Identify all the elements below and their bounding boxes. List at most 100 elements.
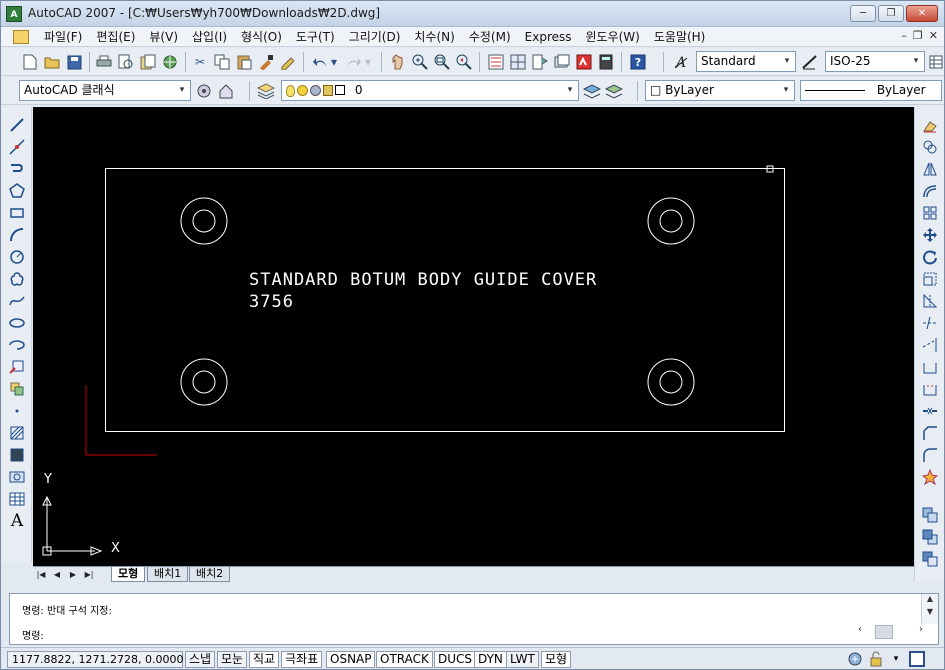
send-to-back-icon[interactable] — [920, 549, 940, 569]
communication-center-icon[interactable] — [846, 650, 864, 668]
close-button[interactable]: ✕ — [906, 5, 938, 22]
layer-viewport-freeze-icon[interactable] — [310, 84, 321, 96]
paste-icon[interactable] — [235, 53, 253, 71]
coordinates-readout[interactable]: 1177.8822, 1271.2728, 0.0000 — [7, 651, 183, 668]
ellipse-arc-icon[interactable] — [7, 335, 27, 355]
mirror-icon[interactable] — [920, 159, 940, 179]
zoom-previous-icon[interactable] — [455, 53, 473, 71]
multiline-text-icon[interactable]: A — [7, 511, 27, 531]
menu-view[interactable]: 뷰(V) — [142, 28, 185, 45]
next-tab-button[interactable]: ▶ — [66, 568, 80, 581]
construction-line-icon[interactable] — [7, 137, 27, 157]
3d-dwf-icon[interactable] — [161, 53, 179, 71]
layer-on-icon[interactable] — [286, 84, 295, 97]
menu-insert[interactable]: 삽입(I) — [185, 28, 234, 45]
plot-icon[interactable] — [95, 53, 113, 71]
rectangle-icon[interactable] — [7, 203, 27, 223]
publish-icon[interactable] — [139, 53, 157, 71]
layer-select[interactable]: 0 ▾ — [281, 80, 579, 101]
ortho-toggle[interactable]: 직교 — [249, 651, 280, 668]
otrack-toggle[interactable]: OTRACK — [376, 651, 433, 668]
scroll-right-icon[interactable]: › — [919, 624, 923, 640]
table-icon[interactable] — [7, 489, 27, 509]
scroll-left-icon[interactable]: ‹ — [858, 624, 862, 640]
menu-tools[interactable]: 도구(T) — [289, 28, 342, 45]
menu-format[interactable]: 형식(O) — [234, 28, 289, 45]
doc-close-button[interactable]: ✕ — [929, 29, 938, 42]
properties-icon[interactable] — [487, 53, 505, 71]
layer-previous-icon[interactable] — [605, 82, 623, 100]
region-icon[interactable] — [7, 467, 27, 487]
my-workspace-icon[interactable] — [217, 82, 235, 100]
minimize-button[interactable]: ─ — [850, 5, 876, 22]
tab-layout1[interactable]: 배치1 — [147, 567, 189, 582]
status-menu-chevron-icon[interactable]: ▾ — [887, 650, 905, 668]
restore-button[interactable]: ❐ — [878, 5, 904, 22]
first-tab-button[interactable]: |◀ — [34, 568, 48, 581]
command-scrollbar[interactable]: ▲ ▼ — [921, 594, 938, 624]
hatch-icon[interactable] — [7, 423, 27, 443]
snap-toggle[interactable]: 스냅 — [185, 651, 216, 668]
stretch-icon[interactable] — [920, 291, 940, 311]
design-center-icon[interactable] — [509, 53, 527, 71]
scale-icon[interactable] — [920, 269, 940, 289]
drawing-part-number-text[interactable]: 3756 — [249, 292, 294, 312]
offset-icon[interactable] — [920, 181, 940, 201]
redo-icon[interactable] — [345, 53, 363, 71]
copy-icon[interactable] — [213, 53, 231, 71]
workspace-settings-icon[interactable] — [195, 82, 213, 100]
command-hscroll-thumb[interactable] — [875, 625, 893, 639]
arc-icon[interactable] — [7, 225, 27, 245]
break-at-point-icon[interactable] — [920, 357, 940, 377]
redo-dropdown-icon[interactable]: ▾ — [363, 53, 373, 71]
dimension-style-select[interactable]: ISO-25 ▾ — [825, 51, 925, 72]
command-prompt[interactable]: 명령: — [22, 627, 44, 642]
move-icon[interactable] — [920, 225, 940, 245]
make-block-icon[interactable] — [7, 379, 27, 399]
new-file-icon[interactable] — [21, 53, 39, 71]
workspace-select[interactable]: AutoCAD 클래식 ▾ — [19, 80, 191, 101]
sheet-set-manager-icon[interactable] — [553, 53, 571, 71]
osnap-toggle[interactable]: OSNAP — [326, 651, 376, 668]
layer-color-swatch[interactable] — [335, 84, 345, 95]
layer-lock-icon[interactable] — [323, 84, 333, 96]
revision-cloud-icon[interactable] — [7, 269, 27, 289]
model-space-toggle[interactable]: 모형 — [541, 651, 572, 668]
explode-icon[interactable] — [920, 467, 940, 487]
bring-to-front-icon[interactable] — [920, 527, 940, 547]
scroll-up-icon[interactable]: ▲ — [922, 594, 938, 603]
command-window[interactable]: 명령: 반대 구석 지정: 명령: ▲ ▼ ‹ › — [9, 593, 939, 645]
dyn-toggle[interactable]: DYN — [474, 651, 507, 668]
title-bar[interactable]: A AutoCAD 2007 - [C:₩Users₩yh700₩Downloa… — [1, 1, 944, 27]
color-control-select[interactable]: □ ByLayer ▾ — [645, 80, 795, 101]
linetype-control-select[interactable]: ByLayer — [800, 80, 942, 101]
drawing-title-text[interactable]: STANDARD BOTUM BODY GUIDE COVER — [249, 270, 597, 290]
scroll-down-icon[interactable]: ▼ — [922, 607, 938, 616]
chevron-down-icon[interactable]: ▾ — [908, 52, 924, 71]
toolbar-lock-icon[interactable] — [867, 650, 885, 668]
chevron-down-icon[interactable]: ▾ — [779, 52, 795, 71]
polyline-icon[interactable] — [7, 159, 27, 179]
document-icon[interactable] — [13, 29, 29, 44]
rotate-icon[interactable] — [920, 247, 940, 267]
cut-icon[interactable]: ✂ — [191, 53, 209, 71]
menu-modify[interactable]: 수정(M) — [462, 28, 518, 45]
gradient-icon[interactable] — [7, 445, 27, 465]
chevron-down-icon[interactable]: ▾ — [778, 81, 794, 100]
quickcalc-icon[interactable] — [597, 53, 615, 71]
menu-express[interactable]: Express — [518, 30, 579, 44]
circle-icon[interactable] — [7, 247, 27, 267]
table-style-icon[interactable] — [927, 53, 945, 71]
point-icon[interactable] — [7, 401, 27, 421]
tool-palettes-icon[interactable] — [531, 53, 549, 71]
menu-dimension[interactable]: 치수(N) — [407, 28, 461, 45]
open-file-icon[interactable] — [43, 53, 61, 71]
trim-icon[interactable] — [920, 313, 940, 333]
layer-freeze-icon[interactable] — [297, 84, 308, 96]
pan-realtime-icon[interactable] — [389, 53, 407, 71]
ellipse-icon[interactable] — [7, 313, 27, 333]
grid-toggle[interactable]: 모눈 — [217, 651, 248, 668]
break-icon[interactable] — [920, 379, 940, 399]
menu-help[interactable]: 도움말(H) — [647, 28, 713, 45]
text-style-select[interactable]: Standard ▾ — [696, 51, 796, 72]
